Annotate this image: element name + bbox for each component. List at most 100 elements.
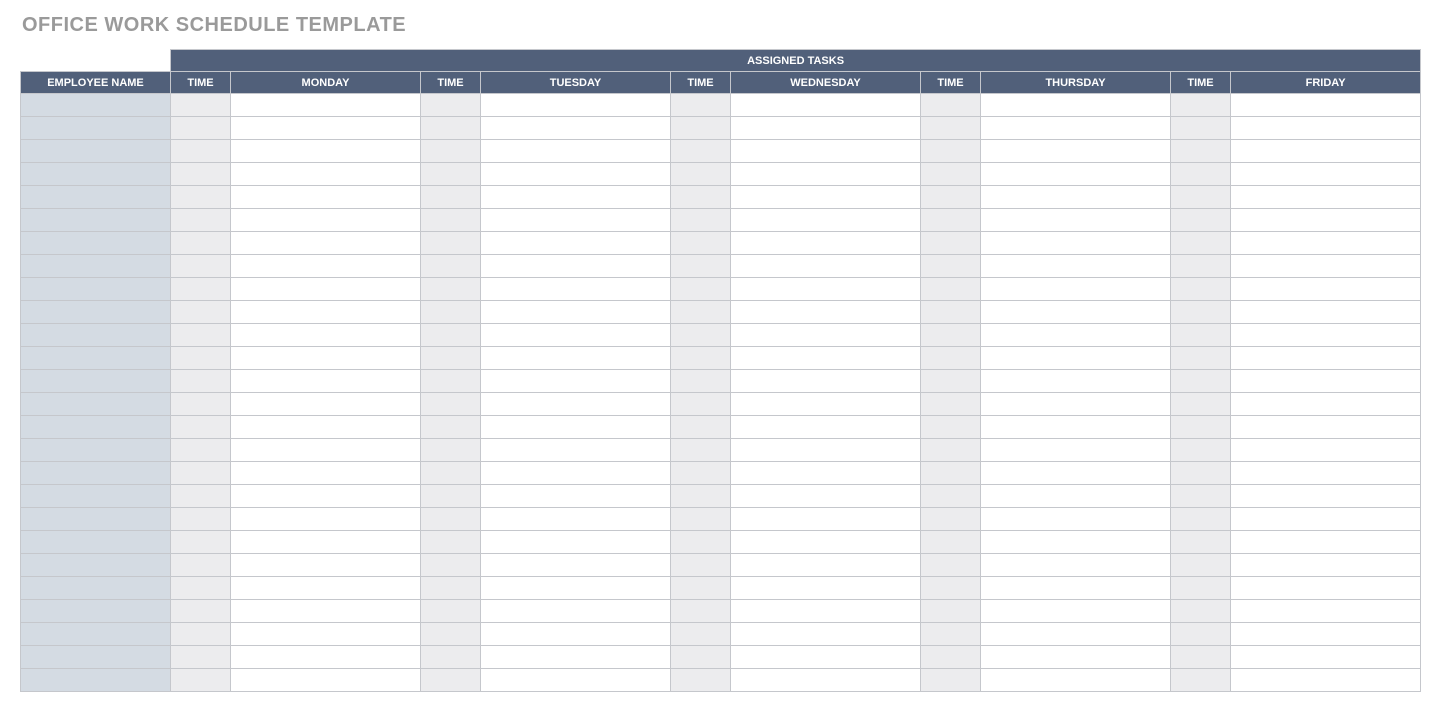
cell-time-fri[interactable]: [1171, 485, 1231, 508]
cell-time-thu[interactable]: [921, 255, 981, 278]
cell-time-wed[interactable]: [671, 163, 731, 186]
cell-time-fri[interactable]: [1171, 462, 1231, 485]
cell-time-tue[interactable]: [421, 140, 481, 163]
cell-time-thu[interactable]: [921, 324, 981, 347]
cell-time-thu[interactable]: [921, 186, 981, 209]
cell-time-wed[interactable]: [671, 508, 731, 531]
cell-day-wed[interactable]: [731, 278, 921, 301]
cell-day-mon[interactable]: [231, 600, 421, 623]
cell-day-thu[interactable]: [981, 646, 1171, 669]
cell-time-thu[interactable]: [921, 232, 981, 255]
cell-time-mon[interactable]: [171, 232, 231, 255]
cell-time-tue[interactable]: [421, 485, 481, 508]
cell-time-fri[interactable]: [1171, 600, 1231, 623]
cell-employee[interactable]: [21, 163, 171, 186]
cell-day-fri[interactable]: [1231, 117, 1421, 140]
cell-time-mon[interactable]: [171, 140, 231, 163]
cell-day-mon[interactable]: [231, 370, 421, 393]
cell-day-fri[interactable]: [1231, 209, 1421, 232]
cell-day-mon[interactable]: [231, 278, 421, 301]
cell-day-wed[interactable]: [731, 623, 921, 646]
cell-day-wed[interactable]: [731, 209, 921, 232]
cell-day-wed[interactable]: [731, 508, 921, 531]
cell-day-tue[interactable]: [481, 623, 671, 646]
cell-time-tue[interactable]: [421, 554, 481, 577]
cell-time-thu[interactable]: [921, 600, 981, 623]
cell-day-thu[interactable]: [981, 577, 1171, 600]
cell-day-tue[interactable]: [481, 163, 671, 186]
cell-time-mon[interactable]: [171, 117, 231, 140]
cell-day-thu[interactable]: [981, 232, 1171, 255]
cell-day-thu[interactable]: [981, 508, 1171, 531]
cell-day-wed[interactable]: [731, 232, 921, 255]
cell-time-thu[interactable]: [921, 554, 981, 577]
cell-employee[interactable]: [21, 508, 171, 531]
cell-time-tue[interactable]: [421, 577, 481, 600]
cell-day-mon[interactable]: [231, 209, 421, 232]
cell-time-mon[interactable]: [171, 623, 231, 646]
cell-time-thu[interactable]: [921, 163, 981, 186]
cell-employee[interactable]: [21, 140, 171, 163]
cell-day-thu[interactable]: [981, 623, 1171, 646]
cell-time-mon[interactable]: [171, 393, 231, 416]
cell-time-wed[interactable]: [671, 439, 731, 462]
cell-time-tue[interactable]: [421, 623, 481, 646]
cell-time-wed[interactable]: [671, 462, 731, 485]
cell-time-tue[interactable]: [421, 117, 481, 140]
cell-time-fri[interactable]: [1171, 94, 1231, 117]
cell-day-wed[interactable]: [731, 255, 921, 278]
cell-day-wed[interactable]: [731, 94, 921, 117]
cell-time-thu[interactable]: [921, 94, 981, 117]
cell-time-tue[interactable]: [421, 94, 481, 117]
cell-day-thu[interactable]: [981, 209, 1171, 232]
cell-day-thu[interactable]: [981, 554, 1171, 577]
cell-day-tue[interactable]: [481, 669, 671, 692]
cell-employee[interactable]: [21, 531, 171, 554]
cell-day-wed[interactable]: [731, 646, 921, 669]
cell-day-mon[interactable]: [231, 623, 421, 646]
cell-employee[interactable]: [21, 232, 171, 255]
cell-day-mon[interactable]: [231, 439, 421, 462]
cell-time-tue[interactable]: [421, 416, 481, 439]
cell-employee[interactable]: [21, 347, 171, 370]
cell-employee[interactable]: [21, 646, 171, 669]
cell-time-wed[interactable]: [671, 485, 731, 508]
cell-day-wed[interactable]: [731, 416, 921, 439]
cell-time-mon[interactable]: [171, 669, 231, 692]
cell-time-tue[interactable]: [421, 462, 481, 485]
cell-day-thu[interactable]: [981, 140, 1171, 163]
cell-employee[interactable]: [21, 94, 171, 117]
cell-day-tue[interactable]: [481, 531, 671, 554]
cell-day-mon[interactable]: [231, 669, 421, 692]
cell-time-thu[interactable]: [921, 669, 981, 692]
cell-employee[interactable]: [21, 439, 171, 462]
cell-day-wed[interactable]: [731, 554, 921, 577]
cell-time-wed[interactable]: [671, 577, 731, 600]
cell-time-thu[interactable]: [921, 347, 981, 370]
cell-employee[interactable]: [21, 554, 171, 577]
cell-day-thu[interactable]: [981, 94, 1171, 117]
cell-time-mon[interactable]: [171, 462, 231, 485]
cell-day-tue[interactable]: [481, 439, 671, 462]
cell-time-tue[interactable]: [421, 439, 481, 462]
cell-day-fri[interactable]: [1231, 186, 1421, 209]
cell-employee[interactable]: [21, 416, 171, 439]
cell-day-mon[interactable]: [231, 324, 421, 347]
cell-time-tue[interactable]: [421, 209, 481, 232]
cell-day-wed[interactable]: [731, 531, 921, 554]
cell-time-fri[interactable]: [1171, 209, 1231, 232]
cell-day-mon[interactable]: [231, 462, 421, 485]
cell-day-tue[interactable]: [481, 600, 671, 623]
cell-time-wed[interactable]: [671, 94, 731, 117]
cell-day-tue[interactable]: [481, 393, 671, 416]
cell-employee[interactable]: [21, 301, 171, 324]
cell-time-thu[interactable]: [921, 646, 981, 669]
cell-time-mon[interactable]: [171, 324, 231, 347]
cell-day-wed[interactable]: [731, 600, 921, 623]
cell-time-thu[interactable]: [921, 117, 981, 140]
cell-time-wed[interactable]: [671, 117, 731, 140]
cell-time-thu[interactable]: [921, 209, 981, 232]
cell-day-thu[interactable]: [981, 485, 1171, 508]
cell-employee[interactable]: [21, 485, 171, 508]
cell-employee[interactable]: [21, 278, 171, 301]
